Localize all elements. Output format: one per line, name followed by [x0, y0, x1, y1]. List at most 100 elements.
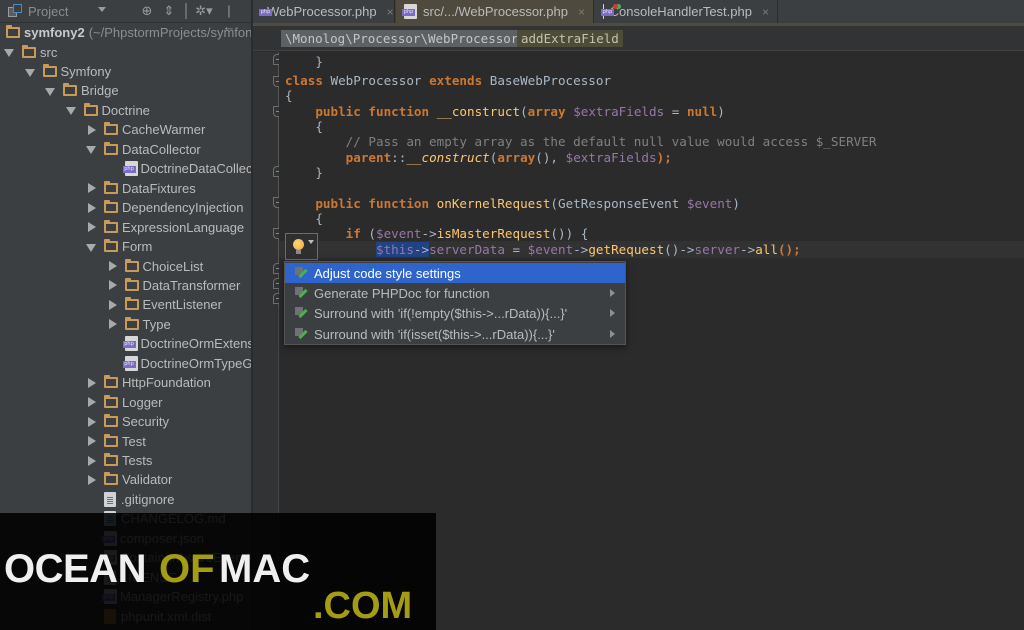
watermark-mac: MAC	[219, 547, 311, 591]
code-token: $event	[376, 226, 422, 241]
tree-item[interactable]: Test	[86, 431, 146, 450]
tree-item[interactable]: Type	[107, 315, 171, 334]
tab-src-webprocessor[interactable]: src/.../WebProcessor.php ×	[396, 0, 594, 23]
collapsed-arrow-icon[interactable]	[107, 299, 117, 310]
tab-webprocessor[interactable]: WebProcessor.php ×	[253, 0, 395, 23]
watermark-of: OF	[159, 547, 215, 591]
code-token: ::	[391, 150, 407, 165]
expanded-arrow-icon[interactable]	[86, 144, 96, 155]
tree-item[interactable]: Form	[86, 237, 152, 256]
collapsed-arrow-icon[interactable]	[86, 377, 96, 388]
code-token: __construct	[406, 150, 490, 165]
intention-generate-phpdoc[interactable]: Generate PHPDoc for function	[285, 283, 625, 303]
tree-item[interactable]: EventListener	[107, 295, 223, 314]
tree-item-label: .gitignore	[121, 491, 175, 507]
close-icon[interactable]: ×	[387, 5, 394, 19]
code-token: // Pass an empty array as the default nu…	[285, 134, 877, 149]
tree-item-label: Symfony	[60, 64, 112, 80]
collapsed-arrow-icon[interactable]	[86, 222, 96, 233]
tree-root[interactable]: symfony2 (~/PhpstormProjects/symfony2)	[6, 23, 251, 42]
folder-icon	[104, 122, 118, 136]
collapsed-arrow-icon[interactable]	[86, 416, 96, 427]
intention-label: Adjust code style settings	[314, 265, 461, 281]
collapsed-arrow-icon[interactable]	[86, 124, 96, 135]
collapsed-arrow-icon[interactable]	[86, 183, 96, 194]
close-icon[interactable]: ×	[762, 5, 769, 19]
tab-label: WebProcessor.php	[267, 4, 377, 19]
folder-icon	[104, 433, 118, 447]
tree-item[interactable]: ChoiceList	[107, 256, 203, 275]
expanded-arrow-icon[interactable]	[86, 242, 96, 252]
breadcrumb-method[interactable]: addExtraField	[517, 30, 623, 47]
tree-item[interactable]: DoctrineOrmTypeGuesser.php	[107, 354, 251, 373]
code-token: ->	[421, 226, 437, 241]
gear-icon[interactable]: ✲▾	[193, 3, 215, 19]
tree-item[interactable]: Security	[86, 412, 169, 431]
intention-pencil-icon	[295, 306, 308, 320]
tree-item[interactable]: DependencyInjection	[86, 198, 243, 217]
collapsed-arrow-icon[interactable]	[86, 474, 96, 485]
collapsed-arrow-icon[interactable]	[86, 455, 96, 466]
code-token: {	[285, 211, 323, 226]
folder-icon	[104, 375, 118, 389]
intention-bulb-button[interactable]	[285, 233, 318, 260]
tree-item[interactable]: DoctrineDataCollector.php	[107, 159, 251, 178]
code-line: public function onKernelRequest(GetRespo…	[285, 196, 740, 212]
close-icon[interactable]: ×	[578, 5, 585, 19]
collapsed-arrow-icon[interactable]	[86, 202, 96, 213]
intention-surround-not-empty[interactable]: Surround with 'if(!empty($this->...rData…	[285, 303, 625, 323]
locate-file-icon[interactable]: ⊕	[140, 3, 154, 19]
collapsed-arrow-icon[interactable]	[86, 436, 96, 447]
tree-item[interactable]: ExpressionLanguage	[86, 217, 244, 236]
tree-item-label: EventListener	[142, 297, 223, 313]
code-token: server	[694, 242, 741, 257]
expanded-arrow-icon[interactable]	[4, 47, 14, 58]
tree-item-label: Security	[122, 414, 169, 430]
tree-item[interactable]: Validator	[86, 470, 172, 489]
tree-item[interactable]: Logger	[86, 393, 162, 412]
intention-pencil-icon	[295, 327, 308, 341]
expanded-arrow-icon[interactable]	[45, 86, 55, 96]
code-token: $extraFields	[565, 150, 657, 165]
chevron-down-icon[interactable]	[98, 7, 106, 12]
code-token: serverData	[429, 242, 505, 257]
code-token: $extraFields	[573, 104, 665, 119]
tree-item-label: CacheWarmer	[122, 122, 206, 138]
tab-consolehandlertest[interactable]: ConsoleHandlerTest.php ×	[595, 0, 778, 23]
tree-item-label: DoctrineOrmExtension.php	[140, 336, 252, 352]
tree-item[interactable]: src	[4, 42, 57, 61]
tree-item[interactable]: DataCollector	[86, 140, 201, 159]
tree-item[interactable]: DataFixtures	[86, 179, 196, 198]
tree-item-label: Validator	[122, 472, 173, 488]
tree-item[interactable]: CacheWarmer	[86, 120, 205, 139]
folder-icon	[124, 297, 139, 311]
collapse-all-icon[interactable]: ⇕	[163, 3, 175, 19]
intention-adjust-code-style[interactable]: Adjust code style settings	[285, 263, 625, 283]
project-panel-header: Project ⊕ ⇕ ✲▾ |←	[0, 0, 251, 34]
expanded-arrow-icon[interactable]	[65, 105, 76, 116]
lightbulb-base	[296, 250, 301, 254]
collapsed-arrow-icon[interactable]	[107, 319, 117, 330]
php-file-icon	[122, 336, 138, 352]
code-token: {	[285, 88, 293, 103]
collapsed-arrow-icon[interactable]	[107, 280, 117, 291]
tree-item[interactable]: Symfony	[24, 62, 112, 81]
php-file-icon	[402, 4, 417, 19]
tree-item[interactable]: Bridge	[45, 81, 119, 100]
expanded-arrow-icon[interactable]	[24, 67, 35, 77]
code-token: all	[755, 242, 778, 257]
breadcrumb-class[interactable]: \Monolog\Processor\WebProcessor	[281, 30, 523, 47]
tree-item[interactable]: HttpFoundation	[86, 373, 211, 392]
code-token: array	[497, 150, 536, 165]
collapsed-arrow-icon[interactable]	[107, 261, 117, 272]
project-view-selector[interactable]: Project	[28, 4, 68, 19]
tree-item[interactable]: Tests	[86, 451, 152, 470]
tree-item[interactable]: Doctrine	[65, 101, 150, 120]
collapsed-arrow-icon[interactable]	[86, 397, 96, 408]
tree-item[interactable]: DataTransformer	[107, 276, 240, 295]
code-token: __construct	[436, 104, 521, 119]
tree-item[interactable]: DoctrineOrmExtension.php	[107, 334, 252, 353]
intention-surround-isset[interactable]: Surround with 'if(isset($this->...rData)…	[285, 324, 625, 344]
tree-item[interactable]: .gitignore	[86, 490, 174, 509]
